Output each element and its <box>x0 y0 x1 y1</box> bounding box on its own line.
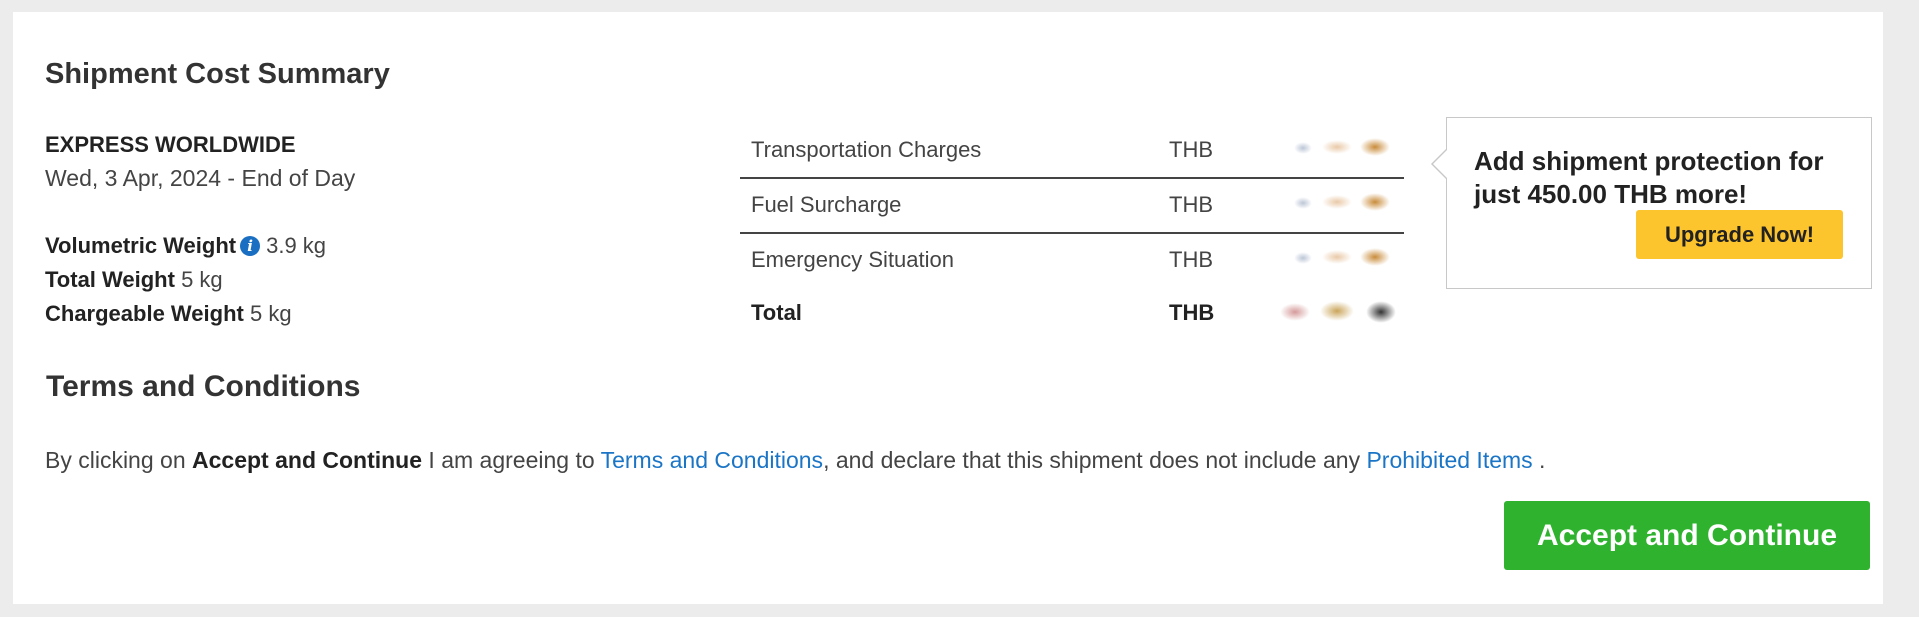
prohibited-items-link[interactable]: Prohibited Items <box>1366 447 1532 473</box>
total-weight-row: Total Weight 5 kg <box>45 267 223 293</box>
terms-suffix: . <box>1532 447 1546 473</box>
upgrade-now-button[interactable]: Upgrade Now! <box>1636 210 1843 259</box>
charge-label: Transportation Charges <box>751 137 982 162</box>
delivery-date: Wed, 3 Apr, 2024 - End of Day <box>45 165 356 191</box>
charge-amount-obscured <box>1288 191 1396 215</box>
terms-statement: By clicking on Accept and Continue I am … <box>45 447 1545 474</box>
charge-amount-obscured <box>1288 136 1396 160</box>
charge-label: Emergency Situation <box>751 247 954 272</box>
volumetric-weight-row: Volumetric Weight i 3.9 kg <box>45 233 326 259</box>
charge-currency: THB <box>1169 192 1213 217</box>
total-amount-obscured <box>1280 299 1396 323</box>
shipment-summary-panel: Shipment Cost Summary EXPRESS WORLDWIDE … <box>13 12 1883 604</box>
weight-label: Volumetric Weight <box>45 233 237 258</box>
charges-table: Transportation Charges THB Fuel Surcharg… <box>740 124 1404 340</box>
product-name: EXPRESS WORLDWIDE <box>45 132 296 157</box>
total-currency: THB <box>1169 300 1215 325</box>
accept-and-continue-button[interactable]: Accept and Continue <box>1504 501 1870 570</box>
page-title: Shipment Cost Summary <box>45 58 390 90</box>
total-label: Total <box>751 300 802 325</box>
weight-label: Chargeable Weight <box>45 301 244 326</box>
charge-label: Fuel Surcharge <box>751 192 902 217</box>
terms-title: Terms and Conditions <box>46 370 361 403</box>
terms-prefix: By clicking on <box>45 447 193 473</box>
weight-value: 5 kg <box>249 301 292 326</box>
charge-row: Emergency Situation THB <box>740 234 1404 287</box>
charge-amount-obscured <box>1288 246 1396 270</box>
weight-label: Total Weight <box>45 267 175 292</box>
terms-after-link: , and declare that this shipment does no… <box>823 447 1367 473</box>
chargeable-weight-row: Chargeable Weight 5 kg <box>45 301 292 327</box>
charge-row: Transportation Charges THB <box>740 124 1404 179</box>
total-row: Total THB <box>740 287 1404 340</box>
terms-middle: I am agreeing to <box>422 447 601 473</box>
weight-value: 5 kg <box>181 267 223 292</box>
info-icon[interactable]: i <box>240 236 261 256</box>
weight-value: 3.9 kg <box>266 233 327 258</box>
promo-text: Add shipment protection for just 450.00 … <box>1474 146 1824 209</box>
charge-currency: THB <box>1169 137 1213 162</box>
charge-currency: THB <box>1169 247 1213 272</box>
terms-and-conditions-link[interactable]: Terms and Conditions <box>601 447 823 473</box>
protection-promo: Add shipment protection for just 450.00 … <box>1431 117 1872 289</box>
charge-row: Fuel Surcharge THB <box>740 179 1404 234</box>
terms-bold: Accept and Continue <box>192 447 423 473</box>
